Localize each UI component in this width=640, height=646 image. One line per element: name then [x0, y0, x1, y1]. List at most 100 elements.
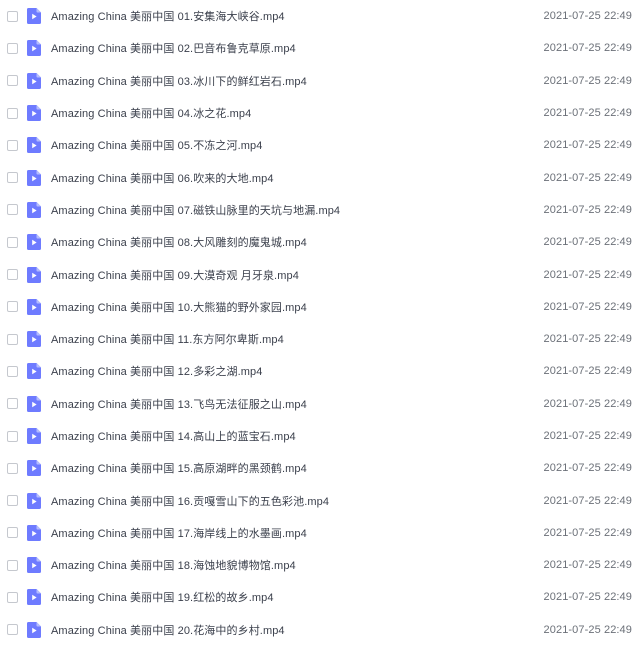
- file-modified-date: 2021-07-25 22:49: [543, 10, 632, 23]
- video-file-icon: [27, 524, 41, 541]
- file-name[interactable]: Amazing China 美丽中国 07.磁铁山脉里的天坑与地漏.mp4: [51, 202, 340, 218]
- file-row[interactable]: Amazing China 美丽中国 16.贡嘎雪山下的五色彩池.mp4 202…: [0, 484, 640, 516]
- row-checkbox[interactable]: [7, 495, 18, 507]
- file-row[interactable]: Amazing China 美丽中国 07.磁铁山脉里的天坑与地漏.mp4 20…: [0, 194, 640, 226]
- row-checkbox[interactable]: [7, 430, 18, 442]
- row-checkbox[interactable]: [7, 527, 18, 539]
- row-checkbox[interactable]: [7, 204, 18, 216]
- file-modified-date: 2021-07-25 22:49: [543, 42, 632, 55]
- file-row[interactable]: Amazing China 美丽中国 03.冰川下的鲜红岩石.mp4 2021-…: [0, 65, 640, 97]
- file-name[interactable]: Amazing China 美丽中国 03.冰川下的鲜红岩石.mp4: [51, 73, 307, 89]
- file-name[interactable]: Amazing China 美丽中国 19.红松的故乡.mp4: [51, 589, 274, 605]
- video-file-icon: [27, 169, 41, 186]
- file-modified-date: 2021-07-25 22:49: [543, 462, 632, 475]
- file-modified-date: 2021-07-25 22:49: [543, 236, 632, 249]
- file-modified-date: 2021-07-25 22:49: [543, 591, 632, 604]
- file-name[interactable]: Amazing China 美丽中国 20.花海中的乡村.mp4: [51, 622, 285, 638]
- file-name[interactable]: Amazing China 美丽中国 05.不冻之河.mp4: [51, 137, 262, 153]
- file-modified-date: 2021-07-25 22:49: [543, 268, 632, 281]
- file-modified-date: 2021-07-25 22:49: [543, 559, 632, 572]
- file-name[interactable]: Amazing China 美丽中国 04.冰之花.mp4: [51, 105, 251, 121]
- file-row[interactable]: Amazing China 美丽中国 15.高原湖畔的黑颈鹤.mp4 2021-…: [0, 452, 640, 484]
- video-file-icon: [27, 201, 41, 218]
- video-file-icon: [27, 589, 41, 606]
- file-row[interactable]: Amazing China 美丽中国 09.大漠奇观 月牙泉.mp4 2021-…: [0, 258, 640, 290]
- row-checkbox[interactable]: [7, 301, 18, 313]
- row-checkbox[interactable]: [7, 559, 18, 571]
- file-name[interactable]: Amazing China 美丽中国 13.飞鸟无法征服之山.mp4: [51, 396, 307, 412]
- file-modified-date: 2021-07-25 22:49: [543, 430, 632, 442]
- file-modified-date: 2021-07-25 22:49: [543, 107, 632, 120]
- video-file-icon: [27, 557, 41, 574]
- video-file-icon: [27, 621, 41, 638]
- video-file-icon: [27, 40, 41, 57]
- file-row[interactable]: Amazing China 美丽中国 18.海蚀地貌博物馆.mp4 2021-0…: [0, 549, 640, 581]
- file-modified-date: 2021-07-25 22:49: [543, 365, 632, 378]
- file-row[interactable]: Amazing China 美丽中国 08.大风雕刻的魔鬼城.mp4 2021-…: [0, 226, 640, 258]
- video-file-icon: [27, 331, 41, 348]
- video-file-icon: [27, 8, 41, 25]
- video-file-icon: [27, 105, 41, 122]
- file-modified-date: 2021-07-25 22:49: [543, 494, 632, 507]
- row-checkbox[interactable]: [7, 42, 18, 54]
- file-row[interactable]: Amazing China 美丽中国 17.海岸线上的水墨画.mp4 2021-…: [0, 517, 640, 549]
- file-row[interactable]: Amazing China 美丽中国 12.多彩之湖.mp4 2021-07-2…: [0, 355, 640, 387]
- file-name[interactable]: Amazing China 美丽中国 01.安集海大峡谷.mp4: [51, 8, 285, 24]
- file-row[interactable]: Amazing China 美丽中国 20.花海中的乡村.mp4 2021-07…: [0, 614, 640, 646]
- row-checkbox[interactable]: [7, 333, 18, 345]
- file-modified-date: 2021-07-25 22:49: [543, 333, 632, 346]
- video-file-icon: [27, 137, 41, 154]
- file-name[interactable]: Amazing China 美丽中国 08.大风雕刻的魔鬼城.mp4: [51, 234, 307, 250]
- row-checkbox[interactable]: [7, 269, 18, 281]
- row-checkbox[interactable]: [7, 462, 18, 474]
- file-name[interactable]: Amazing China 美丽中国 18.海蚀地貌博物馆.mp4: [51, 557, 296, 573]
- video-file-icon: [27, 395, 41, 412]
- row-checkbox[interactable]: [7, 398, 18, 410]
- row-checkbox[interactable]: [7, 10, 18, 22]
- row-checkbox[interactable]: [7, 591, 18, 603]
- file-row[interactable]: Amazing China 美丽中国 05.不冻之河.mp4 2021-07-2…: [0, 129, 640, 161]
- video-file-icon: [27, 72, 41, 89]
- file-row[interactable]: Amazing China 美丽中国 06.吹来的大地.mp4 2021-07-…: [0, 161, 640, 193]
- file-name[interactable]: Amazing China 美丽中国 06.吹来的大地.mp4: [51, 170, 274, 186]
- file-name[interactable]: Amazing China 美丽中国 14.高山上的蓝宝石.mp4: [51, 428, 296, 444]
- file-row[interactable]: Amazing China 美丽中国 02.巴音布鲁克草原.mp4 2021-0…: [0, 32, 640, 64]
- row-checkbox[interactable]: [7, 107, 18, 119]
- file-modified-date: 2021-07-25 22:49: [543, 203, 632, 216]
- video-file-icon: [27, 492, 41, 509]
- row-checkbox[interactable]: [7, 236, 18, 248]
- video-file-icon: [27, 460, 41, 477]
- video-file-icon: [27, 428, 41, 444]
- file-name[interactable]: Amazing China 美丽中国 15.高原湖畔的黑颈鹤.mp4: [51, 460, 307, 476]
- file-row[interactable]: Amazing China 美丽中国 11.东方阿尔卑斯.mp4 2021-07…: [0, 323, 640, 355]
- file-modified-date: 2021-07-25 22:49: [543, 397, 632, 410]
- row-checkbox[interactable]: [7, 139, 18, 151]
- file-row[interactable]: Amazing China 美丽中国 14.高山上的蓝宝石.mp4 2021-0…: [0, 420, 640, 452]
- file-modified-date: 2021-07-25 22:49: [543, 623, 632, 636]
- file-modified-date: 2021-07-25 22:49: [543, 300, 632, 313]
- file-name[interactable]: Amazing China 美丽中国 09.大漠奇观 月牙泉.mp4: [51, 267, 299, 283]
- file-row[interactable]: Amazing China 美丽中国 10.大熊猫的野外家园.mp4 2021-…: [0, 291, 640, 323]
- file-name[interactable]: Amazing China 美丽中国 12.多彩之湖.mp4: [51, 363, 262, 379]
- file-name[interactable]: Amazing China 美丽中国 10.大熊猫的野外家园.mp4: [51, 299, 307, 315]
- video-file-icon: [27, 266, 41, 283]
- file-name[interactable]: Amazing China 美丽中国 11.东方阿尔卑斯.mp4: [51, 331, 284, 347]
- file-name[interactable]: Amazing China 美丽中国 02.巴音布鲁克草原.mp4: [51, 40, 296, 56]
- file-row[interactable]: Amazing China 美丽中国 13.飞鸟无法征服之山.mp4 2021-…: [0, 388, 640, 420]
- video-file-icon: [27, 298, 41, 315]
- file-modified-date: 2021-07-25 22:49: [543, 139, 632, 152]
- row-checkbox[interactable]: [7, 172, 18, 184]
- file-modified-date: 2021-07-25 22:49: [543, 526, 632, 539]
- file-modified-date: 2021-07-25 22:49: [543, 74, 632, 87]
- video-file-icon: [27, 234, 41, 251]
- video-file-icon: [27, 363, 41, 380]
- row-checkbox[interactable]: [7, 624, 18, 636]
- file-row[interactable]: Amazing China 美丽中国 19.红松的故乡.mp4 2021-07-…: [0, 581, 640, 613]
- row-checkbox[interactable]: [7, 75, 18, 87]
- file-row[interactable]: Amazing China 美丽中国 01.安集海大峡谷.mp4 2021-07…: [0, 0, 640, 32]
- file-list: Amazing China 美丽中国 01.安集海大峡谷.mp4 2021-07…: [0, 0, 640, 645]
- row-checkbox[interactable]: [7, 365, 18, 377]
- file-name[interactable]: Amazing China 美丽中国 16.贡嘎雪山下的五色彩池.mp4: [51, 493, 329, 509]
- file-row[interactable]: Amazing China 美丽中国 04.冰之花.mp4 2021-07-25…: [0, 97, 640, 129]
- file-name[interactable]: Amazing China 美丽中国 17.海岸线上的水墨画.mp4: [51, 525, 307, 541]
